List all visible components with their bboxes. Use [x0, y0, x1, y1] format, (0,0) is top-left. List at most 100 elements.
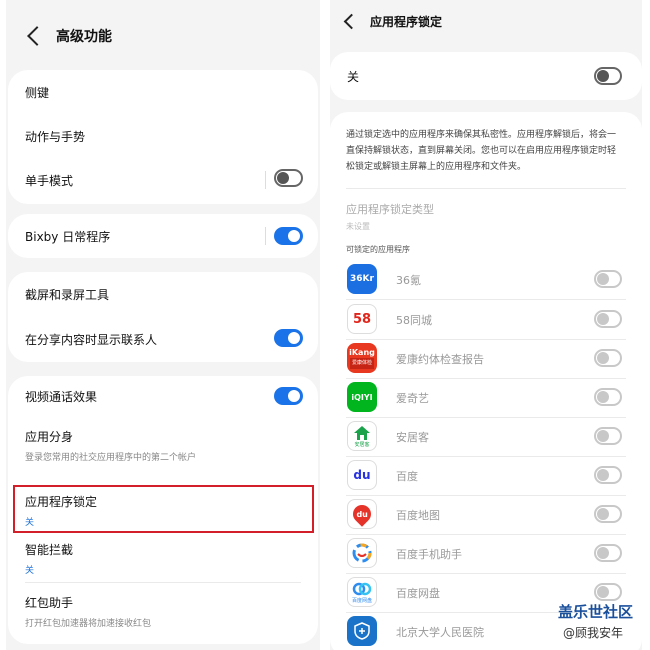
app-lock-toggle [594, 427, 622, 445]
baidu-map-pin-icon: du [347, 499, 377, 529]
app-name: 58同城 [396, 314, 432, 327]
app-lock-toggle [594, 310, 622, 328]
video-effects-item[interactable]: 视频通话效果 [8, 376, 318, 416]
app-row-baidu: du 百度 [330, 457, 642, 493]
shield-icon [354, 622, 370, 640]
motions-label: 动作与手势 [25, 129, 86, 144]
ikang-icon-subtext: 爱康体检 [349, 358, 374, 369]
divider [265, 171, 266, 189]
divider [25, 582, 301, 583]
settings-group-2: Bixby 日常程序 [8, 214, 318, 258]
header: 应用程序锁定 [330, 12, 642, 30]
watermark-community: 盖乐世社区 [558, 603, 634, 621]
app-lock-toggle [594, 583, 622, 601]
baidu-assistant-icon [347, 538, 377, 568]
app-row-ikang: iKang 爱康体检 爱康约体检查报告 [330, 340, 642, 376]
app-name: 安居客 [396, 431, 429, 444]
red-packet-label: 红包助手 [25, 595, 74, 610]
app-lock-settings-card: 通过锁定选中的应用程序来确保其私密性。应用程序解锁后，将会一直保持解锁状态，直到… [330, 112, 642, 650]
red-packet-description: 打开红包加速器将加速接收红包 [25, 618, 152, 629]
anjuke-icon-text: 安居客 [354, 441, 370, 448]
app-lock-panel: 应用程序锁定 关 通过锁定选中的应用程序来确保其私密性。应用程序解锁后，将会一直… [330, 0, 642, 650]
iqiyi-icon: iQIYI [347, 382, 377, 412]
highlight-frame [13, 485, 314, 533]
app-name: 百度网盘 [396, 587, 440, 600]
cloud-icon [352, 582, 372, 595]
one-hand-mode-label: 单手模式 [25, 173, 74, 188]
app-name: 百度地图 [396, 509, 440, 522]
master-switch-toggle[interactable] [594, 67, 622, 85]
header: 高级功能 [6, 24, 320, 48]
baidu-paw-icon: du [347, 460, 377, 490]
app-row-36kr: 36Kr 36氪 [330, 261, 642, 297]
app-name: 爱康约体检查报告 [396, 353, 484, 366]
one-hand-mode-toggle[interactable] [274, 169, 303, 187]
36kr-icon: 36Kr [347, 264, 377, 294]
side-key-label: 侧键 [25, 85, 50, 100]
divider [346, 188, 626, 189]
bixby-item[interactable]: Bixby 日常程序 [8, 214, 318, 258]
dual-app-label: 应用分身 [25, 429, 74, 444]
screenshot-tools-label: 截屏和录屏工具 [25, 288, 110, 302]
share-contacts-label: 在分享内容时显示联系人 [25, 333, 158, 347]
share-contacts-item[interactable]: 在分享内容时显示联系人 [8, 317, 318, 362]
side-key-item[interactable]: 侧键 [8, 70, 318, 114]
bixby-toggle[interactable] [274, 227, 303, 245]
app-lock-toggle [594, 388, 622, 406]
back-arrow-icon[interactable] [27, 26, 47, 46]
red-packet-item[interactable]: 红包助手 打开红包加速器将加速接收红包 [8, 586, 318, 634]
app-name: 爱奇艺 [396, 392, 429, 405]
app-row-baidu-map: du 百度地图 [330, 496, 642, 532]
divider [265, 227, 266, 245]
app-name: 北京大学人民医院 [396, 626, 484, 639]
watermark-author: @顾我安年 [563, 626, 624, 640]
dual-app-item[interactable]: 应用分身 登录您常用的社交应用程序中的第二个帐户 [8, 420, 318, 468]
app-lock-toggle [594, 505, 622, 523]
share-contacts-toggle[interactable] [274, 329, 303, 347]
lockable-apps-header: 可锁定的应用程序 [346, 245, 410, 254]
house-icon [354, 425, 370, 440]
one-hand-mode-item[interactable]: 单手模式 [8, 158, 318, 202]
back-arrow-icon[interactable] [343, 13, 360, 29]
motions-item[interactable]: 动作与手势 [8, 114, 318, 158]
app-row-anjuke: 安居客 安居客 [330, 418, 642, 454]
video-effects-toggle[interactable] [274, 387, 303, 405]
app-row-58: 58 58同城 [330, 301, 642, 337]
smile-ring-icon [352, 543, 372, 563]
app-lock-toggle [594, 466, 622, 484]
settings-group-1: 侧键 动作与手势 单手模式 [8, 70, 318, 204]
app-row-iqiyi: iQIYI 爱奇艺 [330, 379, 642, 415]
app-lock-toggle [594, 544, 622, 562]
master-switch-card[interactable]: 关 [330, 52, 642, 100]
smart-intercept-item[interactable]: 智能拦截 关 [8, 534, 318, 580]
ikang-icon-text: iKang [349, 348, 375, 357]
app-lock-toggle [594, 270, 622, 288]
app-name: 百度手机助手 [396, 548, 462, 561]
ikang-icon: iKang 爱康体检 [347, 343, 377, 373]
video-effects-label: 视频通话效果 [25, 389, 98, 404]
netdisk-icon-text: 百度网盘 [351, 597, 372, 604]
hospital-shield-icon [347, 616, 377, 646]
app-lock-toggle [594, 349, 622, 367]
app-name: 36氪 [396, 274, 421, 287]
app-name: 百度 [396, 470, 418, 483]
lock-type-item: 应用程序锁定类型 未设置 [346, 198, 434, 232]
description-text: 通过锁定选中的应用程序来确保其私密性。应用程序解锁后，将会一直保持解锁状态，直到… [346, 130, 617, 172]
master-switch-label: 关 [347, 70, 360, 84]
smart-intercept-label: 智能拦截 [25, 542, 74, 557]
settings-group-3: 截屏和录屏工具 在分享内容时显示联系人 [8, 272, 318, 362]
bixby-label: Bixby 日常程序 [25, 229, 111, 244]
divider [346, 299, 626, 300]
baidu-netdisk-icon: 百度网盘 [347, 577, 377, 607]
screenshot-tools-item[interactable]: 截屏和录屏工具 [8, 272, 318, 317]
page-title: 应用程序锁定 [370, 14, 443, 29]
map-pin: du [349, 501, 375, 527]
advanced-features-panel: 高级功能 侧键 动作与手势 单手模式 Bixby 日常程序 截屏和录屏工具 在分… [6, 0, 320, 650]
anjuke-icon: 安居客 [347, 421, 377, 451]
lock-type-label: 应用程序锁定类型 [346, 203, 434, 216]
smart-intercept-status: 关 [25, 565, 35, 576]
page-title: 高级功能 [56, 29, 112, 45]
map-pin-text: du [356, 509, 368, 519]
app-row-baidu-assistant: 百度手机助手 [330, 535, 642, 571]
58-icon: 58 [347, 304, 377, 334]
